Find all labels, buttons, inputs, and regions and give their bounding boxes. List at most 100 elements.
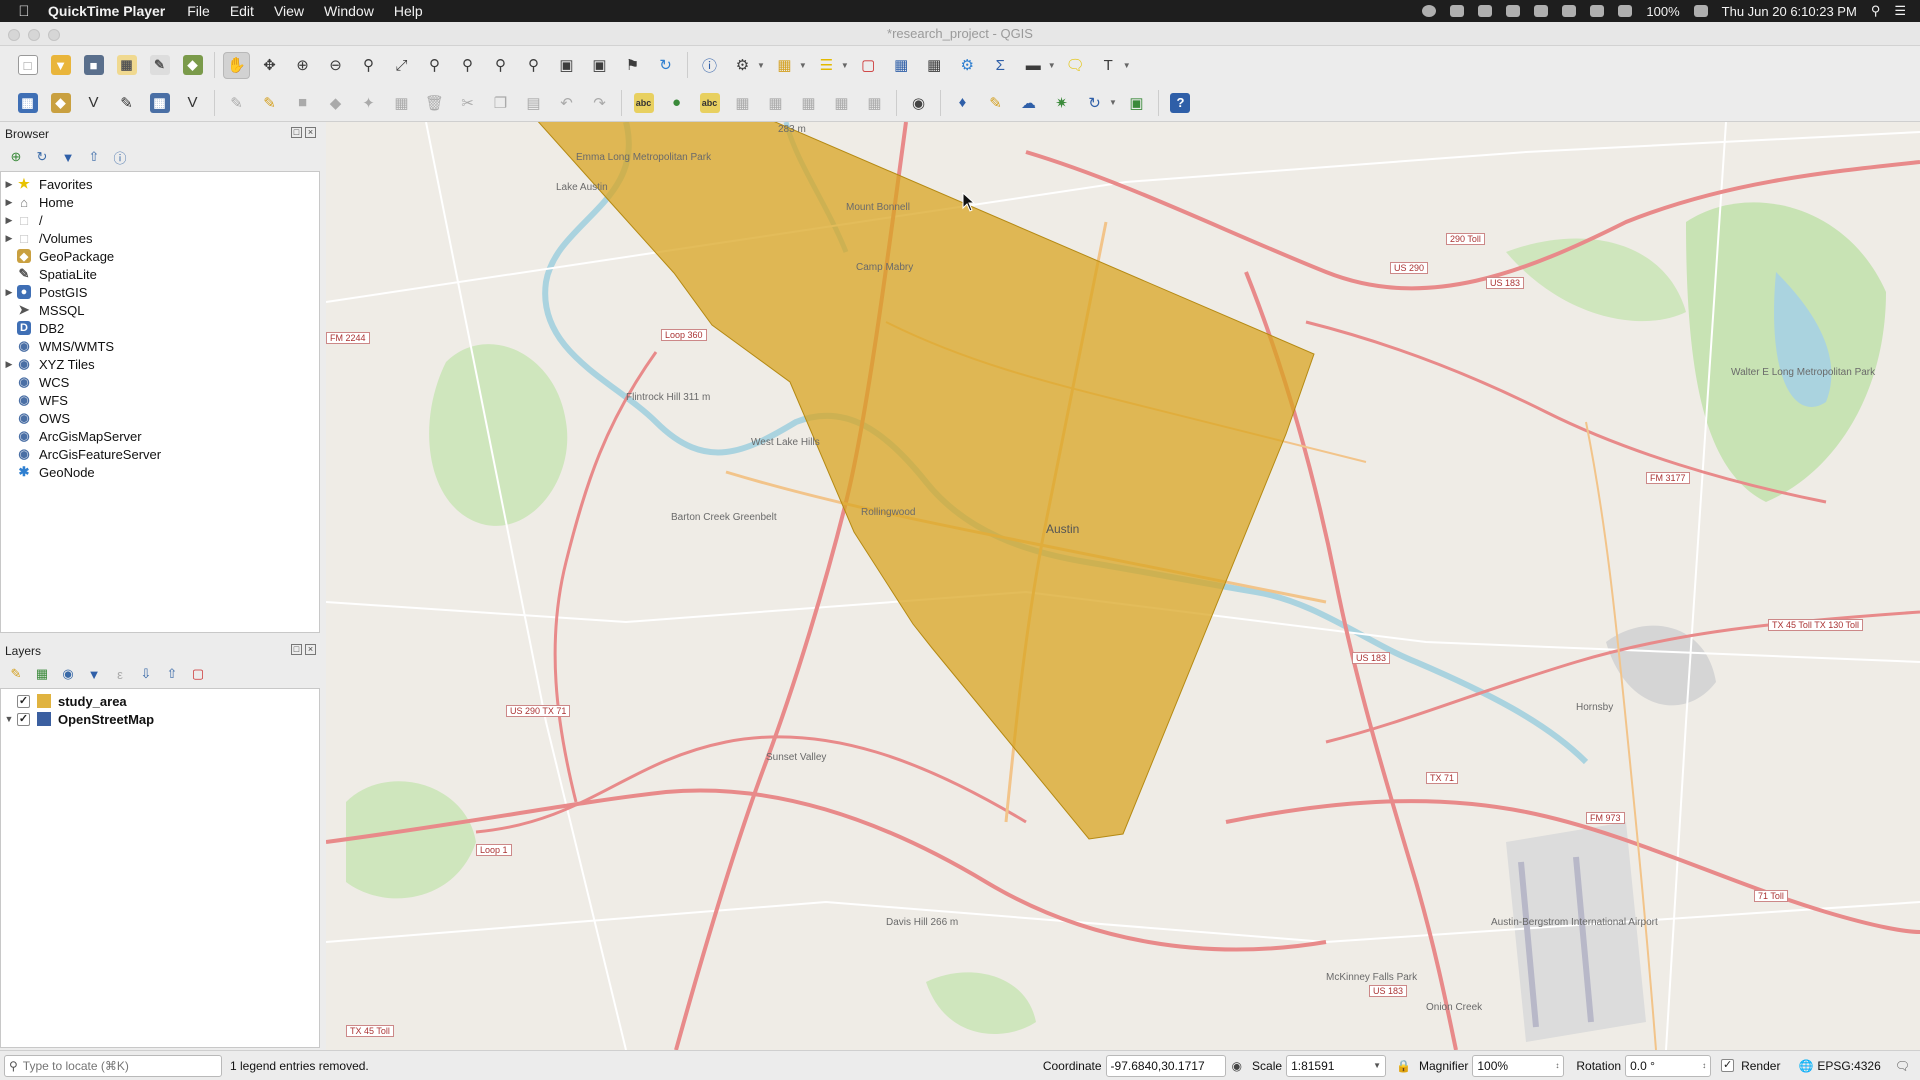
minimize-window-button[interactable]: [28, 29, 40, 41]
properties-icon[interactable]: ⓘ: [112, 149, 128, 166]
layer-visibility-checkbox[interactable]: ✓: [17, 694, 30, 708]
new-shapefile-layer-icon[interactable]: V: [80, 89, 107, 116]
new-bookmark-icon[interactable]: ⚑: [619, 52, 646, 79]
browser-item[interactable]: ▶ ⌂ Home: [1, 193, 319, 211]
filter-by-expression-icon[interactable]: ε: [112, 666, 128, 682]
locate-input[interactable]: [22, 1058, 203, 1073]
record-status-icon[interactable]: [1422, 5, 1437, 17]
menu-window[interactable]: Window: [324, 3, 374, 19]
toggle-extents-icon[interactable]: ◉: [1232, 1059, 1242, 1073]
zoom-native-icon[interactable]: ⚲: [355, 52, 382, 79]
browser-item[interactable]: ◉ WCS: [1, 373, 319, 391]
browser-item[interactable]: ▶ ● PostGIS: [1, 283, 319, 301]
expand-all-icon[interactable]: ⇩: [138, 666, 154, 682]
browser-item[interactable]: ✎ SpatiaLite: [1, 265, 319, 283]
zoom-to-selection-icon[interactable]: ⚲: [421, 52, 448, 79]
pan-tool-icon[interactable]: ✋: [223, 51, 250, 79]
status-icon-2[interactable]: [1478, 5, 1493, 17]
python-console-icon[interactable]: ♦: [949, 89, 976, 116]
statistics-icon[interactable]: Σ: [987, 52, 1014, 79]
browser-item[interactable]: ✱ GeoNode: [1, 463, 319, 481]
browser-tree[interactable]: ▶ ★ Favorites ▶ ⌂ Home ▶ □ / ▶ □/Volumes ◆ GeoPackag…: [0, 171, 320, 633]
new-print-layout-icon[interactable]: ▦: [113, 52, 140, 79]
layer-styling-icon[interactable]: ✎: [8, 666, 24, 682]
coordinate-value[interactable]: -97.6840,30.1717: [1111, 1059, 1205, 1073]
zoom-last-icon[interactable]: ⚲: [487, 52, 514, 79]
browser-item[interactable]: ➤ MSSQL: [1, 301, 319, 319]
copy-icon[interactable]: ❐: [487, 89, 514, 116]
zoom-full-icon[interactable]: ⤢: [388, 52, 415, 79]
browser-item[interactable]: ▶ ★ Favorites: [1, 175, 319, 193]
new-project-icon[interactable]: □: [14, 52, 41, 79]
crs-label[interactable]: EPSG:4326: [1817, 1059, 1880, 1073]
text-annotation-icon[interactable]: T: [1095, 52, 1122, 79]
show-hide-labels-icon[interactable]: ▦: [762, 89, 789, 116]
rotation-value[interactable]: 0.0 °: [1630, 1059, 1655, 1073]
browser-item[interactable]: ◉ WFS: [1, 391, 319, 409]
deselect-all-icon[interactable]: ▢: [855, 52, 882, 79]
status-icon-5[interactable]: [1562, 5, 1577, 17]
osm-place-search-icon[interactable]: ◉: [905, 89, 932, 116]
chevron-down-icon[interactable]: ▼: [1048, 61, 1056, 70]
close-panel-button[interactable]: ×: [305, 644, 316, 655]
pan-to-selection-icon[interactable]: ✥: [256, 52, 283, 79]
crs-globe-icon[interactable]: 🌐: [1798, 1059, 1813, 1073]
refresh-icon[interactable]: ↻: [652, 52, 679, 79]
cut-icon[interactable]: ✂: [454, 89, 481, 116]
app-menu[interactable]: QuickTime Player: [48, 3, 165, 19]
save-edits-icon[interactable]: ■: [289, 89, 316, 116]
float-panel-button[interactable]: □: [291, 644, 302, 655]
new-map-view-icon[interactable]: ▣: [553, 52, 580, 79]
refresh-icon[interactable]: ↻: [34, 149, 50, 165]
browser-item[interactable]: ◆ GeoPackage: [1, 247, 319, 265]
style-manager-icon[interactable]: ◆: [179, 52, 206, 79]
browser-item[interactable]: ◉ OWS: [1, 409, 319, 427]
browser-item[interactable]: ◉ WMS/WMTS: [1, 337, 319, 355]
delete-selected-icon[interactable]: 🗑: [421, 89, 448, 116]
new-geopackage-layer-icon[interactable]: ◆: [47, 89, 74, 116]
messages-icon[interactable]: 🗨: [1895, 1059, 1910, 1073]
data-source-manager-icon[interactable]: ▦: [14, 89, 41, 116]
zoom-window-button[interactable]: [48, 29, 60, 41]
render-checkbox[interactable]: ✓: [1721, 1059, 1735, 1072]
move-label-icon[interactable]: ▦: [795, 89, 822, 116]
battery-icon[interactable]: [1693, 5, 1708, 17]
collapse-all-icon[interactable]: ⇧: [164, 666, 180, 682]
new-3d-view-icon[interactable]: ▣: [586, 52, 613, 79]
new-temporary-layer-icon[interactable]: ▦: [146, 89, 173, 116]
expand-arrow-icon[interactable]: ▶: [1, 179, 17, 190]
volume-icon[interactable]: [1618, 5, 1633, 17]
current-edits-icon[interactable]: ✎: [223, 89, 250, 116]
chevron-down-icon[interactable]: ▼: [1373, 1061, 1381, 1070]
chevron-down-icon[interactable]: ▼: [757, 61, 765, 70]
pin-labels-icon[interactable]: abc: [696, 89, 723, 116]
layer-item[interactable]: ✓ study_area: [1, 692, 319, 710]
undo-icon[interactable]: ↶: [553, 89, 580, 116]
expand-arrow-icon[interactable]: ▼: [1, 714, 17, 724]
battery-percent[interactable]: 100%: [1646, 4, 1679, 19]
menu-file[interactable]: File: [187, 3, 210, 19]
float-panel-button[interactable]: □: [291, 127, 302, 138]
vertex-tool-icon[interactable]: ✦: [355, 89, 382, 116]
spinner-icon[interactable]: ↕: [1702, 1061, 1706, 1070]
change-label-icon[interactable]: ▦: [861, 89, 888, 116]
toggle-editing-icon[interactable]: ✎: [256, 89, 283, 116]
label-tool-icon[interactable]: abc: [630, 89, 657, 116]
plugin-tool-icon[interactable]: ✎: [982, 89, 1009, 116]
zoom-to-layer-icon[interactable]: ⚲: [454, 52, 481, 79]
menu-help[interactable]: Help: [394, 3, 423, 19]
chevron-down-icon[interactable]: ▼: [1123, 61, 1131, 70]
expand-arrow-icon[interactable]: ▶: [1, 233, 17, 244]
status-icon-1[interactable]: [1450, 5, 1465, 17]
map-tips-icon[interactable]: 🗨: [1062, 52, 1089, 79]
select-by-value-icon[interactable]: ☰: [813, 52, 840, 79]
coordinate-field[interactable]: -97.6840,30.1717: [1105, 1054, 1226, 1077]
cloud-tool-icon[interactable]: ☁: [1015, 89, 1042, 116]
scale-value[interactable]: 1:81591: [1291, 1059, 1334, 1073]
zoom-next-icon[interactable]: ⚲: [520, 52, 547, 79]
add-feature-icon[interactable]: ◆: [322, 89, 349, 116]
browser-item[interactable]: ▶ ◉ XYZ Tiles: [1, 355, 319, 373]
status-icon-4[interactable]: [1534, 5, 1549, 17]
help-icon[interactable]: ?: [1167, 89, 1194, 116]
expand-arrow-icon[interactable]: ▶: [1, 287, 17, 298]
